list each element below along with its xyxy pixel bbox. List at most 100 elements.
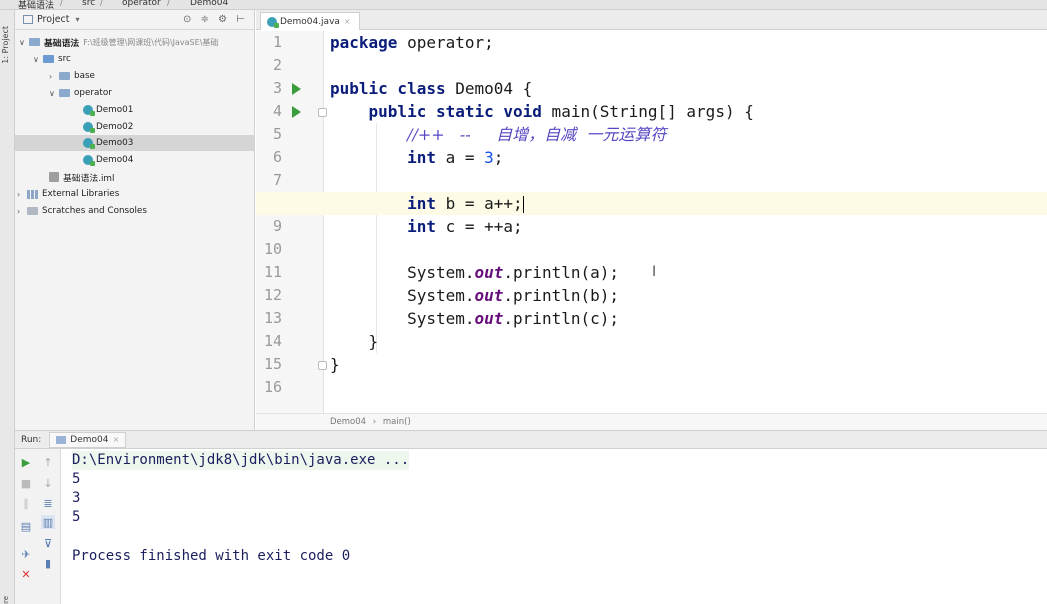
code-text: .println(b);	[503, 286, 619, 305]
code-line: public static void main(String[] args) {	[330, 100, 1047, 123]
line-number: 15	[263, 355, 282, 373]
code-line: }	[330, 330, 1047, 353]
scratches-icon	[27, 207, 38, 215]
tree-label: operator	[74, 88, 112, 98]
breadcrumb-project[interactable]: 基础语法	[18, 0, 54, 9]
keyword: package	[330, 33, 398, 52]
arrow-up-icon[interactable]: ↑	[41, 455, 55, 469]
close-icon[interactable]: ×	[344, 17, 351, 26]
line-number: 16	[263, 378, 282, 396]
chevron-down-icon[interactable]: ∨	[33, 55, 43, 64]
scroll-to-end-icon[interactable]: ▥	[41, 515, 55, 529]
chevron-right-icon[interactable]: ›	[17, 190, 27, 199]
code-text: }	[368, 332, 379, 351]
tree-label: Scratches and Consoles	[42, 206, 147, 216]
code-breadcrumb: Demo04 › main()	[256, 413, 1047, 430]
chevron-down-icon[interactable]: ▾	[76, 15, 80, 24]
run-main-icon[interactable]	[292, 106, 301, 118]
tree-item-operator[interactable]: ∨ operator	[49, 85, 112, 101]
project-panel: Project ▾ ⊙ ≑ ⚙ ⊢ ∨ 基础语法 F:\班级管理\网课班\代码\…	[15, 10, 255, 430]
arrow-down-icon[interactable]: ↓	[41, 476, 55, 490]
project-view-selector[interactable]: Project	[37, 14, 70, 25]
layout-icon[interactable]: ▤	[19, 519, 33, 533]
chevron-down-icon[interactable]: ∨	[19, 38, 29, 47]
delete-icon[interactable]: ▮	[41, 556, 55, 570]
tree-item-src[interactable]: ∨ src	[33, 51, 71, 67]
chevron-right-icon[interactable]: ›	[17, 207, 27, 216]
run-tab-label: Demo04	[70, 434, 109, 445]
tree-item-class[interactable]: Demo01	[83, 102, 133, 118]
code-comment: //++ -- 自增，自减 一元运算符	[407, 125, 667, 144]
stop-icon[interactable]: ■	[19, 476, 33, 490]
tree-label: Demo02	[96, 122, 134, 132]
static-field: out	[474, 286, 504, 305]
tree-item-external-libraries[interactable]: › External Libraries	[17, 186, 119, 202]
code-breadcrumb-class[interactable]: Demo04	[330, 417, 366, 427]
tree-label: External Libraries	[42, 189, 120, 199]
chevron-right-icon[interactable]: ›	[49, 72, 59, 81]
code-text: b = a++;	[435, 194, 523, 213]
mouse-cursor-ibeam-icon: I	[652, 264, 657, 280]
tree-item-scratches[interactable]: › Scratches and Consoles	[17, 203, 147, 219]
text-caret	[522, 196, 524, 213]
code-line: }	[330, 353, 1047, 376]
library-icon	[27, 189, 38, 199]
line-number: 14	[263, 332, 282, 350]
keyword: int	[407, 194, 436, 213]
run-panel-header: Run: Demo04 ×	[15, 431, 1047, 449]
code-text: }	[330, 355, 340, 374]
java-class-icon	[83, 105, 95, 116]
line-number: 13	[263, 309, 282, 327]
tree-item-class[interactable]: Demo02	[83, 119, 133, 135]
keyword: int	[407, 217, 436, 236]
code-editor: Demo04.java × 1 2 3 4 5 6 7 8 9 10 11 12…	[256, 10, 1047, 430]
close-icon[interactable]: ✕	[19, 567, 33, 581]
code-text: a =	[435, 148, 485, 167]
line-number: 4	[272, 102, 282, 120]
left-tool-strip: 1: Project ure	[0, 10, 15, 604]
tree-item-iml[interactable]: 基础语法.iml	[49, 169, 114, 185]
breadcrumb-separator: /	[167, 0, 171, 8]
line-number: 9	[272, 217, 282, 235]
tree-item-base[interactable]: › base	[49, 68, 95, 84]
tree-item-root[interactable]: ∨ 基础语法 F:\班级管理\网课班\代码\JavaSE\基础	[19, 34, 218, 50]
code-text: Demo04 {	[445, 79, 533, 98]
tree-item-class[interactable]: Demo04	[83, 152, 133, 168]
close-icon[interactable]: ×	[113, 435, 120, 444]
static-field: out	[474, 263, 504, 282]
rerun-icon[interactable]: ▶	[19, 455, 33, 469]
tab-demo04-java[interactable]: Demo04.java ×	[260, 12, 360, 30]
breadcrumb-operator[interactable]: operator	[122, 0, 161, 8]
console-output[interactable]: D:\Environment\jdk8\jdk\bin\java.exe ...…	[72, 451, 1032, 601]
editor-gutter[interactable]: 1 2 3 4 5 6 7 8 9 10 11 12 13 14 15 16	[256, 31, 327, 413]
chevron-down-icon[interactable]: ∨	[49, 89, 59, 98]
code-line: int c = ++a;	[330, 215, 1047, 238]
java-class-icon	[83, 155, 95, 166]
breadcrumb-src[interactable]: src	[82, 0, 95, 8]
tree-item-class-selected[interactable]: Demo03	[15, 135, 254, 151]
code-breadcrumb-method[interactable]: main()	[383, 417, 411, 427]
project-tool-button[interactable]: 1: Project	[1, 26, 10, 64]
java-class-icon	[83, 122, 95, 133]
run-panel: Run: Demo04 × ▶ ↑ ■ ↓ ∥ ≣ ▤ ▥ ⊽ ✈ ▮ ✕ D:…	[15, 430, 1047, 604]
static-field: out	[474, 309, 504, 328]
tree-label: base	[74, 71, 95, 81]
fold-icon[interactable]	[318, 108, 327, 117]
project-panel-toolbar[interactable]: ⊙ ≑ ⚙ ⊢	[183, 14, 248, 25]
print-icon[interactable]: ⊽	[41, 536, 55, 550]
folder-icon	[59, 89, 70, 97]
tree-label: 基础语法.iml	[63, 173, 115, 184]
structure-tool-button[interactable]: ure	[2, 596, 10, 604]
pin-icon[interactable]: ✈	[19, 547, 33, 561]
soft-wrap-icon[interactable]: ≣	[41, 496, 55, 510]
console-line: 3	[72, 490, 81, 506]
tab-run-demo04[interactable]: Demo04 ×	[49, 431, 127, 448]
pause-icon[interactable]: ∥	[19, 496, 33, 510]
code-text: System.	[407, 286, 475, 305]
breadcrumb-file[interactable]: Demo04	[190, 0, 228, 8]
code-area[interactable]: package operator; public class Demo04 { …	[256, 31, 1047, 413]
run-class-icon[interactable]	[292, 83, 301, 95]
breadcrumb-separator: /	[100, 0, 104, 8]
fold-icon[interactable]	[318, 361, 327, 370]
console-line: 5	[72, 471, 81, 487]
